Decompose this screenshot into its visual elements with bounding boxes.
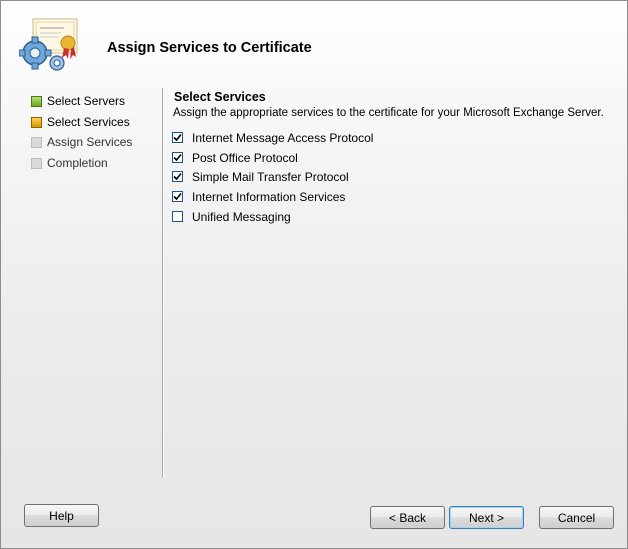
pop-checkbox[interactable] bbox=[172, 151, 183, 163]
step-done-icon bbox=[31, 96, 42, 107]
step-label: Completion bbox=[47, 156, 108, 171]
unified-messaging-checkbox[interactable] bbox=[172, 210, 183, 222]
section-description: Assign the appropriate services to the c… bbox=[173, 107, 604, 119]
help-button[interactable]: Help bbox=[24, 504, 99, 527]
cancel-button[interactable]: Cancel bbox=[539, 506, 614, 529]
service-label[interactable]: Internet Information Services bbox=[192, 190, 345, 204]
step-label: Select Servers bbox=[47, 94, 126, 108]
page-title: Assign Services to Certificate bbox=[107, 40, 312, 56]
step-pending-icon bbox=[31, 158, 42, 170]
service-label[interactable]: Internet Message Access Protocol bbox=[192, 131, 373, 145]
wizard-window: Assign Services to Certificate Select Se… bbox=[0, 0, 628, 549]
checkmark-icon bbox=[173, 173, 182, 181]
imap-checkbox[interactable] bbox=[172, 132, 183, 143]
step-current-icon bbox=[31, 116, 42, 128]
checkmark-icon bbox=[173, 133, 182, 142]
step-label: Select Services bbox=[47, 114, 130, 129]
checkmark-icon bbox=[173, 153, 182, 161]
back-button[interactable]: < Back bbox=[370, 506, 445, 529]
step-label: Assign Services bbox=[47, 135, 133, 150]
smtp-checkbox[interactable] bbox=[172, 171, 183, 183]
checkmark-icon bbox=[173, 193, 182, 201]
certificate-gear-icon bbox=[18, 13, 87, 75]
service-label[interactable]: Unified Messaging bbox=[192, 210, 291, 224]
service-label[interactable]: Simple Mail Transfer Protocol bbox=[192, 170, 349, 184]
iis-checkbox[interactable] bbox=[172, 191, 183, 203]
next-button[interactable]: Next > bbox=[449, 506, 524, 529]
section-title: Select Services bbox=[174, 90, 266, 104]
service-label[interactable]: Post Office Protocol bbox=[192, 151, 298, 165]
vertical-divider bbox=[162, 88, 164, 478]
step-pending-icon bbox=[31, 137, 42, 149]
